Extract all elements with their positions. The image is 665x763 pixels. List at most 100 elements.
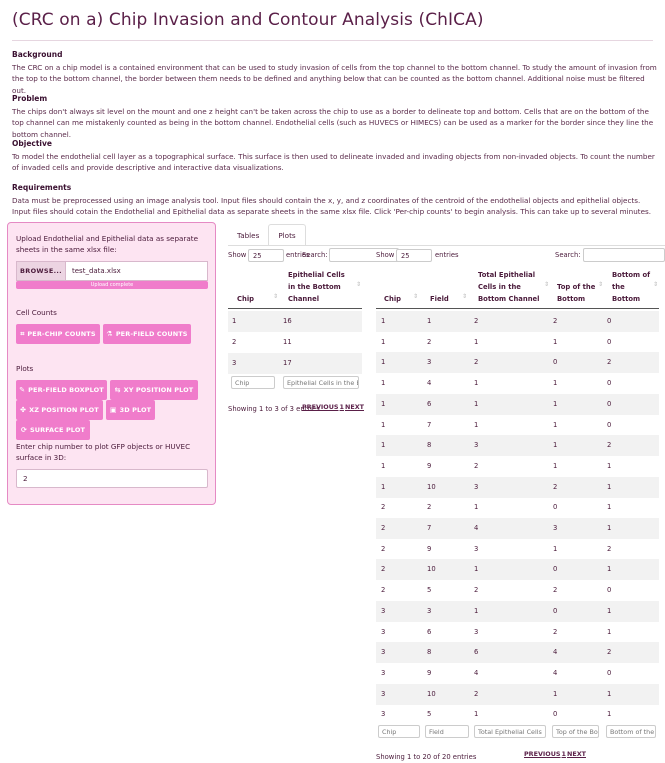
table-cell: 6 xyxy=(427,627,432,636)
table-row[interactable]: 1 4 1 1 0 xyxy=(376,373,659,394)
t2-filter-bottom[interactable]: Bottom of the xyxy=(606,725,656,738)
table-row[interactable]: 16110 xyxy=(376,393,659,415)
t2-next-link[interactable]: NEXT xyxy=(567,750,586,758)
xy-position-plot-button[interactable]: ⇆ XY POSITION PLOT xyxy=(110,380,198,400)
table-row[interactable]: 3 9 4 4 0 xyxy=(376,663,659,684)
t1-header-chip[interactable]: Chip xyxy=(237,293,254,305)
browse-button[interactable]: BROWSE... xyxy=(16,261,66,281)
table-row[interactable]: 2 5 2 2 0 xyxy=(376,580,659,601)
table-cell: 4 xyxy=(553,668,558,677)
table-cell: 1 xyxy=(607,524,612,532)
table-cell: 1 xyxy=(474,399,479,408)
t2-page-link[interactable]: 1 xyxy=(562,750,566,758)
t2-header-rule xyxy=(376,308,659,309)
flask-icon: ⚗ xyxy=(106,330,113,338)
table-cell: 2 xyxy=(427,503,432,512)
table-cell: 0 xyxy=(607,586,612,595)
table-cell: 2 xyxy=(381,524,386,532)
table-icon: ⌗ xyxy=(20,329,25,338)
t1-pagination: PREVIOUS 1 NEXT xyxy=(302,403,364,411)
table-cell: 3 xyxy=(381,648,386,657)
table-row[interactable]: 3 6 3 2 1 xyxy=(376,622,659,643)
tab-plots[interactable]: Plots xyxy=(268,224,306,246)
t2-filter-total[interactable]: Total Epithelial Cells xyxy=(474,725,546,738)
t1-next-link[interactable]: NEXT xyxy=(345,403,364,411)
table-row[interactable]: 3 8 6 4 2 xyxy=(376,642,659,664)
table-row[interactable]: 1 3 2 0 2 xyxy=(376,352,659,374)
t2-header-field[interactable]: Field xyxy=(430,293,449,305)
table-cell: 4 xyxy=(474,668,479,677)
t2-search-input[interactable] xyxy=(583,248,665,262)
t1-page-length-select[interactable]: 25 xyxy=(248,249,284,262)
per-field-counts-button[interactable]: ⚗ PER-FIELD COUNTS xyxy=(103,324,191,344)
t2-previous-link[interactable]: PREVIOUS xyxy=(524,750,561,758)
arrows-icon: ⇆ xyxy=(114,386,121,394)
table-cell: 3 xyxy=(427,358,432,367)
t1-page-link[interactable]: 1 xyxy=(340,403,344,411)
chip-number-input[interactable]: 2 xyxy=(16,469,208,488)
t2-header-top[interactable]: Top of the Bottom xyxy=(557,281,597,305)
t2-pagination: PREVIOUS 1 NEXT xyxy=(524,750,586,758)
table-row[interactable]: 1 16 xyxy=(228,311,362,332)
table-row[interactable]: 2 2 1 0 1 xyxy=(376,497,659,518)
3d-plot-button[interactable]: ▣ 3D PLOT xyxy=(106,400,155,420)
table-row[interactable]: 1 10 3 2 1 xyxy=(376,476,659,498)
per-field-boxplot-label: PER-FIELD BOXPLOT xyxy=(28,386,104,394)
section-text: The CRC on a chip model is a contained e… xyxy=(12,63,657,95)
t2-filter-field[interactable]: Field xyxy=(425,725,469,738)
section-heading: Requirements xyxy=(12,183,72,192)
table-row[interactable]: 2 11 xyxy=(228,332,362,353)
table-row[interactable]: 1 1 2 2 0 xyxy=(376,311,659,332)
table-cell: 1 xyxy=(427,317,432,325)
surface-plot-button[interactable]: ⟳ SURFACE PLOT xyxy=(16,420,90,440)
t1-header-epithelial[interactable]: Epithelial Cells in the Bottom Channel xyxy=(288,269,354,305)
t2-header-total[interactable]: Total Epithelial Cells in the Bottom Cha… xyxy=(478,269,542,305)
sidebar-panel: Upload Endothelial and Epithelial data a… xyxy=(7,222,216,505)
table-row[interactable]: 1 9 2 1 1 xyxy=(376,456,659,477)
table-cell: 8 xyxy=(427,441,432,450)
table-cell: 0 xyxy=(607,668,612,677)
table-row[interactable]: 3 17 xyxy=(228,353,362,374)
table-cell: 3 xyxy=(381,606,386,615)
t2-header-bottom[interactable]: Bottom of the Bottom xyxy=(612,269,652,305)
chip-number-label: Enter chip number to plot GFP objects or… xyxy=(16,442,191,462)
table-cell: 10 xyxy=(427,565,436,574)
tab-tables[interactable]: Tables xyxy=(228,224,268,246)
t2-page-length-select[interactable]: 25 xyxy=(396,249,432,262)
table-cell: 0 xyxy=(607,317,612,325)
section-heading: Background xyxy=(12,50,63,59)
table-row[interactable]: 1 8 3 1 2 xyxy=(376,435,659,457)
per-field-boxplot-button[interactable]: ✎ PER-FIELD BOXPLOT xyxy=(16,380,107,400)
t1-previous-link[interactable]: PREVIOUS xyxy=(302,403,339,411)
table-cell: 1 xyxy=(553,461,558,470)
table-row[interactable]: 3 3 1 0 1 xyxy=(376,600,659,622)
t2-header-chip[interactable]: Chip xyxy=(384,293,401,305)
table-cell: 2 xyxy=(474,461,479,470)
per-chip-counts-button[interactable]: ⌗ PER-CHIP COUNTS xyxy=(16,324,100,344)
section-text: The chips don't always sit level on the … xyxy=(12,107,654,139)
t1-filter-epithelial[interactable]: Epithelial Cells in the B xyxy=(283,376,359,389)
table-row[interactable]: 3 10 2 1 1 xyxy=(376,683,659,705)
table-row[interactable]: 2 10 1 0 1 xyxy=(376,559,659,581)
per-chip-counts-label: PER-CHIP COUNTS xyxy=(27,330,96,338)
table-cell: 1 xyxy=(381,420,386,429)
xz-position-plot-button[interactable]: ✤ XZ POSITION PLOT xyxy=(16,400,103,420)
table-row[interactable]: 1 2 1 1 0 xyxy=(376,332,659,353)
t2-filter-chip[interactable]: Chip xyxy=(378,725,420,738)
table-cell: 1 xyxy=(474,420,479,429)
table-row[interactable]: 1 7 1 1 0 xyxy=(376,415,659,436)
t1-filter-chip[interactable]: Chip xyxy=(231,376,275,389)
table-cell: 0 xyxy=(553,503,558,512)
table-row[interactable]: 2 7 4 3 1 xyxy=(376,518,659,539)
table-row[interactable]: 2 9 3 1 2 xyxy=(376,539,659,560)
file-name-field[interactable]: test_data.xlsx xyxy=(66,261,208,281)
table-cell: 10 xyxy=(427,689,436,698)
plots-label: Plots xyxy=(16,364,34,373)
table-cell: 9 xyxy=(427,461,432,470)
table-cell: 3 xyxy=(474,627,479,636)
sort-icon: ⇕ xyxy=(653,281,659,288)
table-row[interactable]: 3 5 1 0 1 xyxy=(376,704,659,725)
requirements-section: Requirements Data must be preprocessed u… xyxy=(12,183,657,218)
t2-filter-top[interactable]: Top of the Bo xyxy=(552,725,599,738)
sort-icon: ⇕ xyxy=(598,281,604,288)
